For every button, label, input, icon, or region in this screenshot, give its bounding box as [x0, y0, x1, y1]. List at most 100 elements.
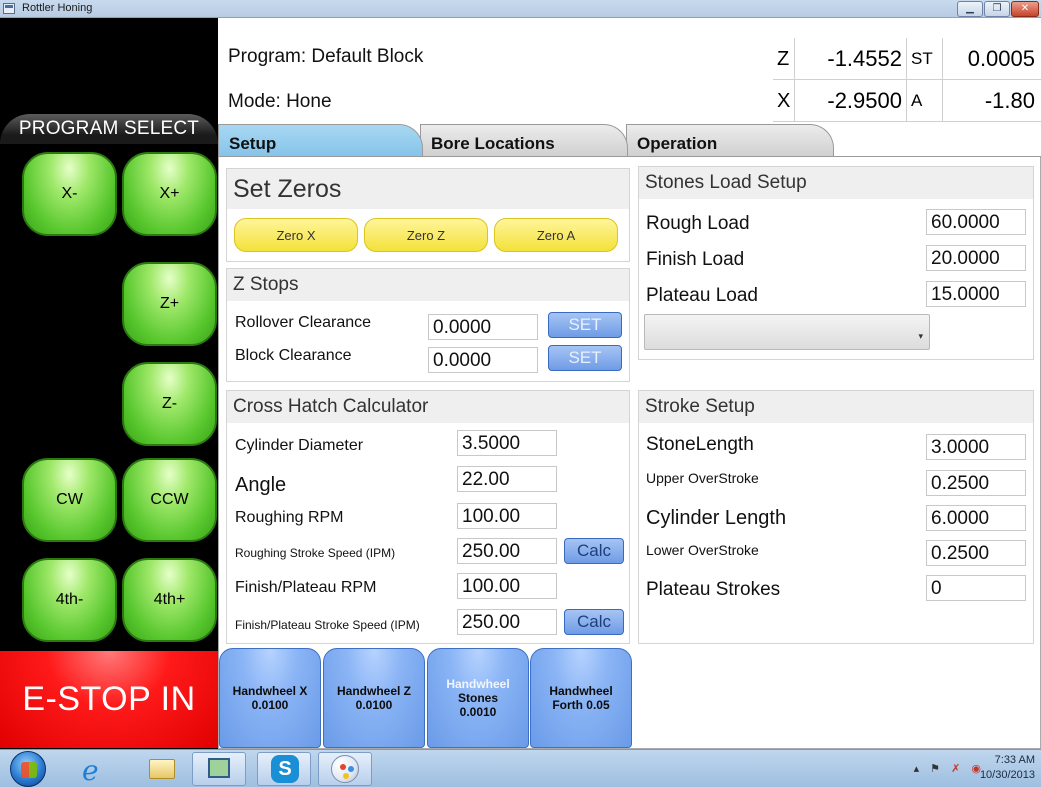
handwheel-z-button[interactable]: Handwheel Z 0.0100 [323, 648, 425, 748]
system-tray[interactable]: ▴ ⚑ ✗ ◉ [914, 762, 981, 775]
lower-overstroke-label: Lower OverStroke [646, 542, 759, 558]
readout-axis-st: ST [907, 38, 943, 79]
cylinder-diameter-label: Cylinder Diameter [235, 437, 364, 454]
cross-hatch-title: Cross Hatch Calculator [227, 391, 629, 423]
readout-value-x: -2.9500 [795, 80, 907, 121]
flag-icon[interactable]: ⚑ [930, 763, 940, 775]
rollover-clearance-field[interactable]: 0.0000 [428, 314, 538, 340]
plateau-load-field[interactable]: 15.0000 [926, 281, 1026, 307]
ccw-button[interactable]: CCW [122, 458, 217, 542]
taskbar-clock[interactable]: 7:33 AM 10/30/2013 [980, 753, 1035, 783]
zero-a-button[interactable]: Zero A [494, 218, 618, 252]
tab-operation[interactable]: Operation [626, 124, 834, 156]
finish-stroke-speed-field[interactable]: 250.00 [457, 609, 557, 635]
jog-panel: PROGRAM SELECT X- X+ Z+ Z- CW CCW 4th- 4… [0, 18, 218, 749]
roughing-stroke-speed-field[interactable]: 250.00 [457, 538, 557, 564]
rough-load-label: Rough Load [646, 213, 750, 234]
stroke-setup-title: Stroke Setup [639, 391, 1033, 423]
handwheel-z-value: 0.0100 [355, 698, 393, 712]
handwheel-x-value: 0.0100 [251, 698, 289, 712]
lower-overstroke-field[interactable]: 0.2500 [926, 540, 1026, 566]
clock-date: 10/30/2013 [979, 769, 1035, 781]
readout-value-st: 0.0005 [967, 46, 1035, 71]
stones-load-title: Stones Load Setup [639, 167, 1033, 199]
finish-load-label: Finish Load [646, 249, 745, 270]
plateau-strokes-label: Plateau Strokes [646, 579, 781, 600]
program-name: Program: Default Block [228, 46, 424, 67]
skype-icon: S [271, 755, 299, 783]
readout-value-z: -1.4552 [795, 38, 907, 79]
plateau-strokes-field[interactable]: 0 [926, 575, 1026, 601]
folder-icon [149, 759, 175, 779]
rollover-set-button[interactable]: SET [548, 312, 622, 338]
finish-rpm-label: Finish/Plateau RPM [235, 579, 377, 596]
window-controls: ▁ ❐ ✕ [956, 1, 1039, 17]
mode-label: Mode: Hone [228, 91, 332, 112]
handwheel-stones-value: 0.0010 [459, 705, 497, 719]
readout-row: Z -1.4552 ST 0.0005 [773, 38, 1041, 80]
block-clearance-field[interactable]: 0.0000 [428, 347, 538, 373]
stones-load-dropdown[interactable]: ▾ [644, 314, 930, 350]
program-select-button[interactable]: PROGRAM SELECT [0, 114, 218, 144]
window-title: Rottler Honing [22, 2, 93, 14]
cw-button[interactable]: CW [22, 458, 117, 542]
paint-icon [331, 755, 359, 783]
close-icon[interactable]: ✕ [1011, 1, 1039, 17]
tray-expand-icon[interactable]: ▴ [914, 763, 920, 775]
start-orb-icon[interactable] [10, 751, 46, 787]
roughing-rpm-field[interactable]: 100.00 [457, 503, 557, 529]
z-minus-button[interactable]: Z- [122, 362, 217, 446]
minimize-icon[interactable]: ▁ [957, 1, 983, 17]
upper-overstroke-label: Upper OverStroke [646, 470, 759, 486]
handwheel-stones-button[interactable]: Handwheel Stones 0.0010 [427, 648, 529, 748]
finish-stroke-speed-label: Finish/Plateau Stroke Speed (IPM) [235, 618, 420, 632]
upper-overstroke-field[interactable]: 0.2500 [926, 470, 1026, 496]
angle-field[interactable]: 22.00 [457, 466, 557, 492]
handwheel-forth-button[interactable]: Handwheel Forth 0.05 [530, 648, 632, 748]
handwheel-forth-label: Handwheel [549, 684, 613, 698]
stone-length-label: StoneLength [646, 434, 754, 455]
roughing-stroke-speed-label: Roughing Stroke Speed (IPM) [235, 546, 396, 560]
x-plus-button[interactable]: X+ [122, 152, 217, 236]
readout-axis-x: X [773, 80, 795, 121]
estop-button[interactable]: E-STOP IN [0, 651, 218, 748]
plateau-load-label: Plateau Load [646, 285, 758, 306]
cylinder-length-field[interactable]: 6.0000 [926, 505, 1026, 531]
taskbar: e S ▴ ⚑ ✗ ◉ 7:33 AM 10/30/2013 [0, 749, 1041, 787]
readout-value-a: -1.80 [984, 88, 1035, 113]
handwheel-stones-label: Handwheel [446, 677, 510, 691]
x-minus-button[interactable]: X- [22, 152, 117, 236]
axis-readouts: Z -1.4552 ST 0.0005 X -2.9500 A -1.80 [773, 38, 1041, 122]
set-zeros-title: Set Zeros [227, 169, 629, 209]
finish-load-field[interactable]: 20.0000 [926, 245, 1026, 271]
block-clearance-label: Block Clearance [235, 347, 352, 364]
handwheel-forth-value: Forth 0.05 [552, 698, 610, 712]
z-stops-title: Z Stops [227, 269, 629, 301]
fourth-plus-button[interactable]: 4th+ [122, 558, 217, 642]
block-set-button[interactable]: SET [548, 345, 622, 371]
handwheel-x-label: Handwheel X [232, 684, 308, 698]
chevron-down-icon: ▾ [918, 331, 923, 341]
rough-load-field[interactable]: 60.0000 [926, 209, 1026, 235]
window-titlebar: Rottler Honing ▁ ❐ ✕ [0, 0, 1041, 18]
network-app-icon [208, 758, 230, 778]
network-icon[interactable]: ✗ [951, 763, 960, 775]
zero-x-button[interactable]: Zero X [234, 218, 358, 252]
zero-z-button[interactable]: Zero Z [364, 218, 488, 252]
rollover-clearance-label: Rollover Clearance [235, 314, 372, 331]
finish-rpm-field[interactable]: 100.00 [457, 573, 557, 599]
maximize-icon[interactable]: ❐ [984, 1, 1010, 17]
finish-calc-button[interactable]: Calc [564, 609, 624, 635]
roughing-calc-button[interactable]: Calc [564, 538, 624, 564]
z-plus-button[interactable]: Z+ [122, 262, 217, 346]
stone-length-field[interactable]: 3.0000 [926, 434, 1026, 460]
tab-bore-locations[interactable]: Bore Locations [420, 124, 628, 156]
app-icon [3, 3, 15, 14]
cylinder-diameter-field[interactable]: 3.5000 [457, 430, 557, 456]
clock-time: 7:33 AM [994, 754, 1035, 766]
tab-setup[interactable]: Setup [218, 124, 423, 156]
handwheel-x-button[interactable]: Handwheel X 0.0100 [219, 648, 321, 748]
fourth-minus-button[interactable]: 4th- [22, 558, 117, 642]
readout-row: X -2.9500 A -1.80 [773, 80, 1041, 122]
roughing-rpm-label: Roughing RPM [235, 509, 344, 526]
